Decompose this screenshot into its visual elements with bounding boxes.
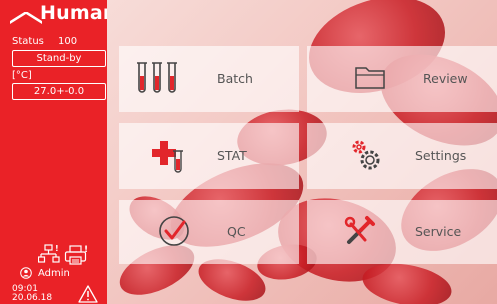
sidebar: Human Status100 Stand-by [°C] 27.0+-0.0 … xyxy=(0,0,107,304)
svg-text:!: ! xyxy=(84,245,88,255)
review-label: Review xyxy=(423,71,468,86)
printer-icon[interactable]: ! xyxy=(64,244,90,269)
warning-icon[interactable] xyxy=(78,285,98,304)
stat-cross-tube-icon xyxy=(152,141,183,173)
batch-tile[interactable]: Batch xyxy=(119,46,299,112)
batch-label: Batch xyxy=(217,71,253,86)
stat-tile[interactable]: STAT xyxy=(119,123,299,189)
clock: 09:01 20.06.18 xyxy=(12,285,52,303)
qc-tile[interactable]: QC xyxy=(119,200,299,264)
status-label: Status xyxy=(12,36,44,47)
test-tubes-icon xyxy=(137,62,177,93)
user-icon xyxy=(20,267,32,279)
logo-chevron-icon xyxy=(10,12,42,24)
network-icon[interactable]: ! xyxy=(37,244,60,267)
qc-check-icon xyxy=(159,216,189,246)
review-tile[interactable]: Review xyxy=(307,46,497,112)
status-row: Status 100 xyxy=(12,36,77,47)
status-state-box: Stand-by xyxy=(12,50,106,67)
status-value: 100 xyxy=(58,36,78,47)
brand-logo: Human xyxy=(0,0,107,30)
svg-text:!: ! xyxy=(55,244,59,253)
temperature-value-box: 27.0+-0.0 xyxy=(12,83,106,100)
service-tools-icon xyxy=(344,216,375,244)
service-tile[interactable]: Service xyxy=(307,200,497,264)
settings-label: Settings xyxy=(415,148,467,163)
settings-gear-icon xyxy=(352,140,380,170)
user-name: Admin xyxy=(38,267,70,279)
folder-icon xyxy=(355,67,385,89)
clock-date: 20.06.18 xyxy=(12,293,53,303)
qc-label: QC xyxy=(227,224,246,239)
temperature-unit: [°C] xyxy=(12,70,32,81)
settings-tile[interactable]: Settings xyxy=(307,123,497,189)
service-label: Service xyxy=(415,224,462,239)
stat-label: STAT xyxy=(217,148,247,163)
user-info[interactable]: Admin xyxy=(20,267,70,279)
brand-name: Human xyxy=(40,2,107,24)
main-area: Batch Review STAT Settings QC Service xyxy=(107,0,497,304)
